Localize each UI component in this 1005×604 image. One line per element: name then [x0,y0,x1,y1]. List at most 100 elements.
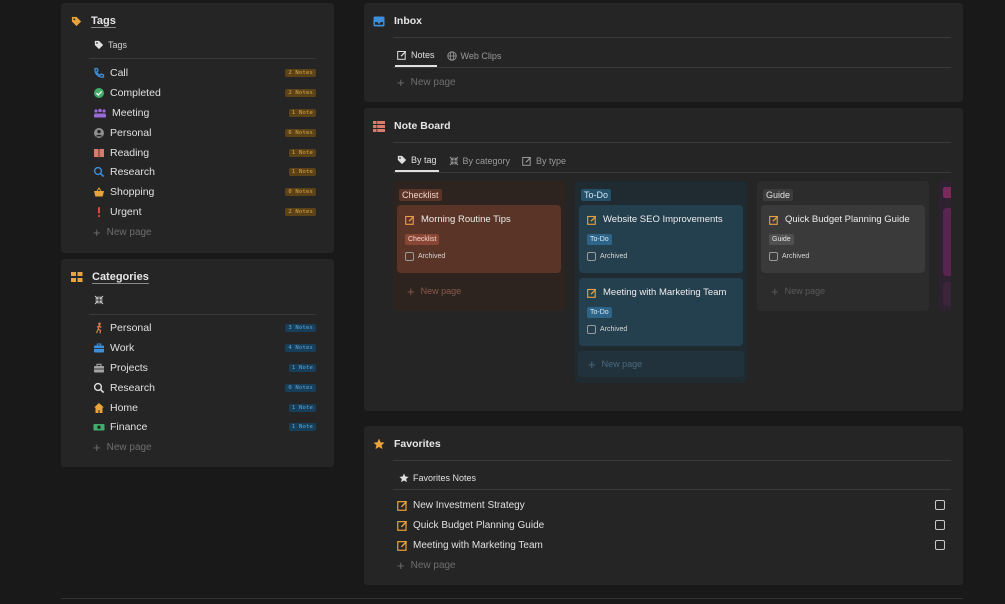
favorite-checkbox[interactable] [935,520,945,530]
board-title[interactable]: Note Board [394,120,451,132]
note-count-badge: 1 Note [288,363,316,372]
people-icon [93,107,107,119]
note-count-badge: 1 Note [288,403,316,412]
categories-title[interactable]: Categories [92,271,149,283]
archived-checkbox[interactable]: Archived [587,252,735,261]
column-header[interactable]: Checklist [399,189,442,201]
collapse-icon [94,295,104,305]
tab-favorites-notes[interactable]: Favorites Notes [397,473,478,483]
favorite-checkbox[interactable] [935,500,945,510]
tab-by-category[interactable]: By category [447,155,513,172]
column-header-partial[interactable] [943,187,951,198]
tag-item-completed[interactable]: Completed 2 Notes [93,83,316,103]
tab-by-tag[interactable]: By tag [395,155,439,172]
category-item-projects[interactable]: Projects 1 Note [93,358,316,378]
categories-panel: Categories Personal 3 Notes Work 4 Notes… [61,259,334,467]
divider [393,67,951,68]
note-card[interactable]: Meeting with Marketing Team To-Do Archiv… [579,278,743,346]
plus-icon: + [588,356,596,372]
column-new-page-button[interactable]: + New page [397,278,561,304]
note-count-badge: 2 Notes [285,208,316,217]
note-count-badge: 2 Notes [285,88,316,97]
favorite-note-row[interactable]: Quick Budget Planning Guide [397,515,945,535]
inbox-title[interactable]: Inbox [394,15,422,27]
inbox-new-page-button[interactable]: + New page [397,72,456,92]
column-header[interactable]: To-Do [581,189,612,201]
note-count-badge: 3 Notes [285,323,316,332]
tag-item-reading[interactable]: Reading 1 Note [93,143,316,163]
tab-notes[interactable]: Notes [395,50,437,67]
note-count-badge: 1 Note [288,148,316,157]
tag-item-shopping[interactable]: Shopping 0 Notes [93,182,316,202]
divider [89,314,316,315]
plus-icon: + [397,74,405,90]
tag-item-personal[interactable]: Personal 6 Notes [93,123,316,143]
checkbox[interactable] [769,252,778,261]
toolbox-icon [93,362,105,374]
checkbox[interactable] [405,252,414,261]
tags-view-tab[interactable]: Tags [94,40,127,50]
user-circle-icon [93,127,105,139]
archived-checkbox[interactable]: Archived [405,252,553,261]
briefcase-icon [93,342,105,354]
note-card[interactable]: Website SEO Improvements To-Do Archived [579,205,743,273]
column-new-page-partial[interactable] [943,282,951,306]
note-card-partial[interactable] [943,208,951,276]
favorites-new-page-button[interactable]: + New page [397,555,456,575]
plus-icon: + [771,283,779,299]
board-icon [373,120,385,132]
divider [393,489,951,490]
note-card[interactable]: Morning Routine Tips Checklist Archived [397,205,561,273]
archived-checkbox[interactable]: Archived [769,252,917,261]
note-count-badge: 2 Notes [285,68,316,77]
column-new-page-button[interactable]: + New page [761,278,925,304]
tag-item-research[interactable]: Research 1 Note [93,162,316,182]
tags-title[interactable]: Tags [91,15,116,27]
tag-item-call[interactable]: Call 2 Notes [93,63,316,83]
favorite-checkbox[interactable] [935,540,945,550]
note-count-badge: 0 Notes [285,383,316,392]
tag-icon [94,40,104,50]
category-item-research[interactable]: Research 0 Notes [93,378,316,398]
board-column-guide: Guide Quick Budget Planning Guide Guide … [757,181,929,311]
column-header[interactable]: Guide [763,189,794,201]
favorites-title[interactable]: Favorites [394,438,441,450]
category-item-home[interactable]: Home 1 Note [93,398,316,418]
checkbox[interactable] [587,325,596,334]
favorite-note-row[interactable]: Meeting with Marketing Team [397,535,945,555]
column-new-page-button[interactable]: + New page [578,351,744,377]
tag-icon [397,155,407,165]
house-icon [93,402,105,414]
tag-item-meeting[interactable]: Meeting 1 Note [93,103,316,123]
divider [393,172,951,173]
note-count-badge: 6 Notes [285,128,316,137]
archived-checkbox[interactable]: Archived [587,325,735,334]
categories-view-tab[interactable] [94,295,104,305]
tab-web-clips[interactable]: Web Clips [445,50,504,67]
plus-icon: + [93,439,101,455]
tags-new-page-button[interactable]: + New page [93,222,316,242]
checkbox[interactable] [587,252,596,261]
banknote-icon [93,421,105,433]
favorites-panel: Favorites Favorites Notes New Investment… [364,426,963,585]
star-icon [399,473,409,483]
tag-icon [71,16,82,27]
favorite-note-row[interactable]: New Investment Strategy [397,495,945,515]
category-item-work[interactable]: Work 4 Notes [93,338,316,358]
exclamation-icon [93,206,105,218]
grid-icon [71,271,83,283]
category-item-personal[interactable]: Personal 3 Notes [93,318,316,338]
tag-item-urgent[interactable]: Urgent 2 Notes [93,202,316,222]
note-count-badge: 1 Note [288,168,316,177]
edit-icon [397,50,407,60]
person-walking-icon [93,322,105,334]
categories-new-page-button[interactable]: + New page [93,437,316,457]
note-card[interactable]: Quick Budget Planning Guide Guide Archiv… [761,205,925,273]
inbox-icon [373,16,385,27]
category-item-finance[interactable]: Finance 1 Note [93,417,316,437]
plus-icon: + [93,224,101,240]
book-icon [93,147,105,159]
board-column-todo: To-Do Website SEO Improvements To-Do Arc… [575,181,747,383]
tab-by-type[interactable]: By type [520,155,568,172]
note-count-badge: 1 Note [288,423,316,432]
